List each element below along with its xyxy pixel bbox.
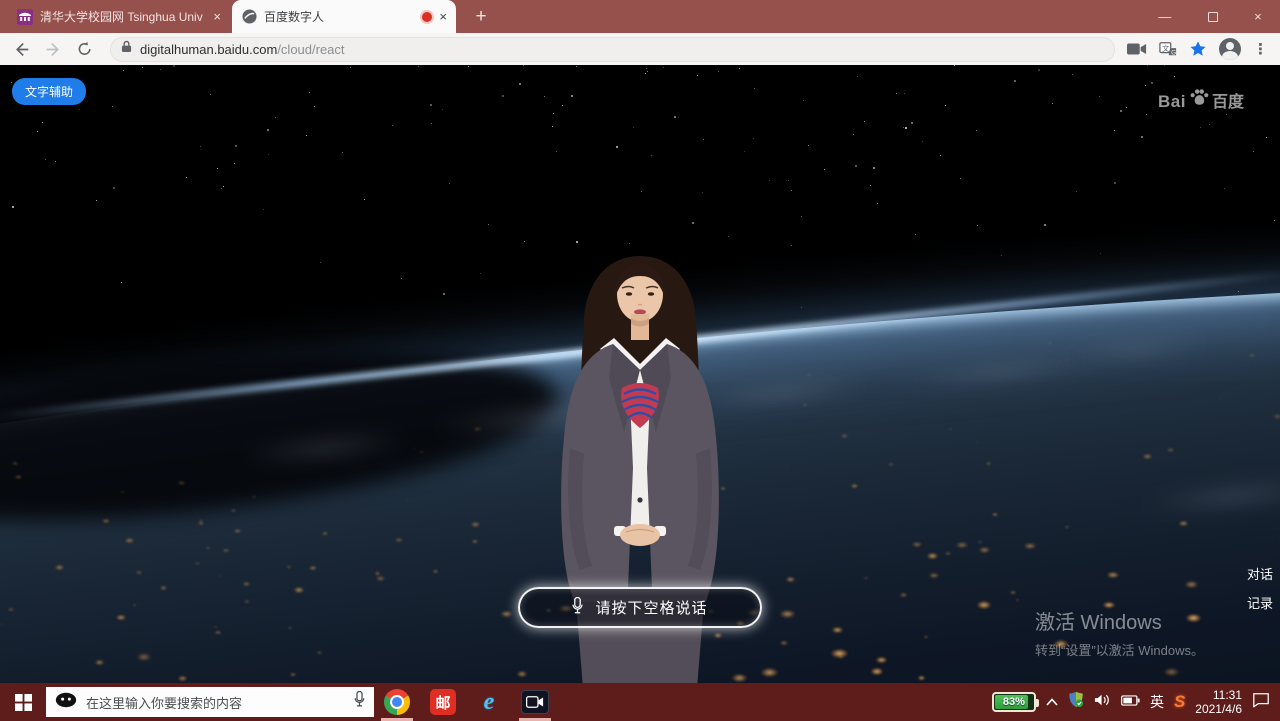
back-button[interactable] <box>8 36 34 62</box>
baidu-paw-icon <box>1188 87 1210 112</box>
page-content: 文字辅助 Bai 百度 请按下空格说话 对话 记录 激活 Windows 转到“… <box>0 65 1280 683</box>
clock-date: 2021/4/6 <box>1195 702 1242 716</box>
browser-toolbar: digitalhuman.baidu.com/cloud/react 文G ⋮ <box>0 33 1280 65</box>
globe-favicon-icon <box>241 9 257 25</box>
side-tab-record[interactable]: 记录 <box>1247 593 1273 612</box>
translate-icon[interactable]: 文G <box>1159 40 1177 58</box>
camera-access-icon[interactable] <box>1127 42 1147 56</box>
notification-center-icon[interactable] <box>1252 692 1270 713</box>
microphone-icon <box>572 597 583 619</box>
profile-avatar[interactable] <box>1219 38 1241 60</box>
tab-title: 清华大学校园网 Tsinghua Univ <box>40 8 206 25</box>
browser-menu-icon[interactable]: ⋮ <box>1253 40 1268 58</box>
start-button[interactable] <box>0 683 46 721</box>
system-tray: 83% 英 S 11:31 2021/4/6 <box>992 688 1280 716</box>
svg-text:文: 文 <box>1162 44 1169 53</box>
chrome-icon <box>384 689 410 715</box>
text-assist-button[interactable]: 文字辅助 <box>12 78 86 105</box>
tab-close-icon[interactable]: × <box>439 10 447 23</box>
baidu-logo-latin: Bai <box>1158 92 1186 112</box>
new-tab-button[interactable]: + <box>468 4 494 30</box>
volume-icon[interactable] <box>1094 693 1111 712</box>
tab-tsinghua[interactable]: 清华大学校园网 Tsinghua Univ × <box>8 0 230 33</box>
refresh-button[interactable] <box>72 36 98 62</box>
press-space-to-talk-button[interactable]: 请按下空格说话 <box>518 587 762 628</box>
url-text: digitalhuman.baidu.com/cloud/react <box>140 42 345 57</box>
url-path: /cloud/react <box>277 42 344 57</box>
svg-text:G: G <box>1171 49 1176 56</box>
tab-baidu-digital-human[interactable]: 百度数字人 × <box>232 0 456 33</box>
taskbar-ie-icon[interactable]: e <box>466 683 512 721</box>
windows-taskbar: 在这里输入你要搜索的内容 邮 e 83% <box>0 683 1280 721</box>
mic-pill-label: 请按下空格说话 <box>595 597 707 618</box>
toolbar-right-icons: 文G ⋮ <box>1127 38 1272 60</box>
battery-tray-icon[interactable] <box>1121 693 1140 711</box>
taskbar-chrome-icon[interactable] <box>374 683 420 721</box>
activate-windows-watermark: 激活 Windows 转到“设置”以激活 Windows。 <box>1035 606 1204 659</box>
minimize-button[interactable]: — <box>1158 9 1171 24</box>
maximize-button[interactable] <box>1208 12 1218 22</box>
taskbar-mail-icon[interactable]: 邮 <box>420 683 466 721</box>
taskbar-clock[interactable]: 11:31 2021/4/6 <box>1195 688 1242 716</box>
defender-shield-icon[interactable] <box>1068 691 1084 713</box>
lock-icon <box>121 40 132 58</box>
clock-time: 11:31 <box>1195 688 1242 702</box>
window-controls: — × <box>1140 0 1280 33</box>
tab-title: 百度数字人 <box>264 8 415 25</box>
browser-tab-bar: 清华大学校园网 Tsinghua Univ × 百度数字人 × + — × <box>0 0 1280 33</box>
recording-indicator-icon <box>422 12 432 22</box>
watermark-subtitle: 转到“设置”以激活 Windows。 <box>1035 640 1204 659</box>
close-button[interactable]: × <box>1254 9 1262 24</box>
bookmark-star-icon[interactable] <box>1189 40 1207 58</box>
tsinghua-favicon-icon <box>17 9 33 25</box>
video-camera-icon <box>521 690 549 714</box>
internet-explorer-icon: e <box>484 690 495 714</box>
side-tab-dialog[interactable]: 对话 <box>1247 564 1273 583</box>
mail-icon: 邮 <box>430 689 456 715</box>
forward-button[interactable] <box>40 36 66 62</box>
address-bar[interactable]: digitalhuman.baidu.com/cloud/react <box>110 37 1115 62</box>
taskbar-search-input[interactable]: 在这里输入你要搜索的内容 <box>46 687 374 717</box>
battery-percent-label: 83% <box>994 696 1034 708</box>
battery-percent-widget[interactable]: 83% <box>992 692 1036 712</box>
search-mic-icon[interactable] <box>354 691 365 713</box>
baidu-logo: Bai 百度 <box>1158 87 1244 112</box>
taskbar-camera-app-icon[interactable] <box>512 683 558 721</box>
search-placeholder: 在这里输入你要搜索的内容 <box>86 693 345 712</box>
sogou-input-icon[interactable]: S <box>1174 692 1185 712</box>
tab-close-icon[interactable]: × <box>213 10 221 23</box>
language-indicator[interactable]: 英 <box>1150 692 1164 712</box>
screen: 清华大学校园网 Tsinghua Univ × 百度数字人 × + — × <box>0 0 1280 721</box>
watermark-title: 激活 Windows <box>1035 606 1204 635</box>
url-domain: digitalhuman.baidu.com <box>140 42 277 57</box>
tray-chevron-icon[interactable] <box>1046 693 1058 711</box>
baidu-logo-cn: 百度 <box>1212 88 1244 112</box>
side-tabs: 对话 记录 <box>1247 564 1273 612</box>
cortana-icon <box>55 692 77 713</box>
